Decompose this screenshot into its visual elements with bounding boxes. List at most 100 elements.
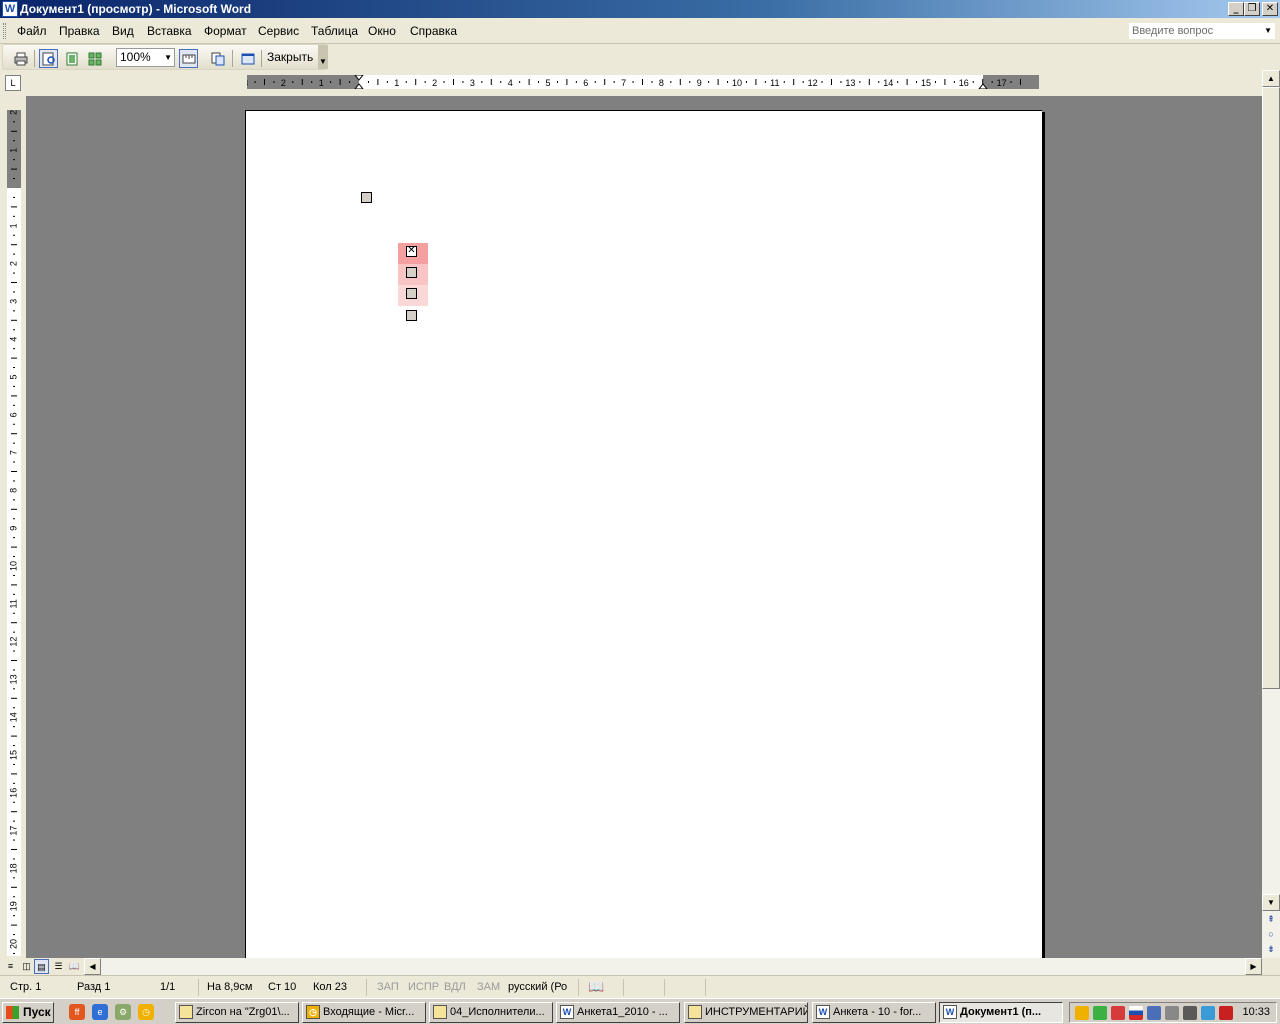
form-checkbox[interactable] <box>361 192 372 203</box>
scroll-right-button[interactable]: ▶ <box>1245 958 1262 975</box>
volume-tray-icon[interactable] <box>1165 1006 1179 1020</box>
ruler-label: 5 <box>545 78 550 88</box>
menu-window[interactable]: Окно <box>368 24 396 38</box>
web-layout-view-icon[interactable]: ◫ <box>19 959 34 974</box>
view-ruler-button[interactable] <box>179 49 198 68</box>
word-doc-icon: W <box>816 1005 830 1019</box>
zoom-value: 100% <box>120 50 151 64</box>
kaspersky-tray-icon[interactable] <box>1219 1006 1233 1020</box>
close-preview-button[interactable]: Закрыть <box>267 50 313 64</box>
task-zircon[interactable]: Zircon на "Zrg01\... <box>175 1002 299 1023</box>
scroll-up-button[interactable]: ▲ <box>1262 70 1280 87</box>
menu-edit[interactable]: Правка <box>59 24 100 38</box>
status-position: На 8,9см <box>207 981 253 993</box>
shrink-to-fit-button[interactable] <box>208 49 227 68</box>
close-window-button[interactable]: ✕ <box>1262 2 1278 16</box>
word-app-icon[interactable]: W <box>2 1 18 17</box>
internet-explorer-icon[interactable]: e <box>92 1004 108 1020</box>
magnifier-button[interactable] <box>39 49 58 68</box>
task-document1[interactable]: W Документ1 (п... <box>939 1002 1063 1023</box>
previous-page-icon[interactable]: ⇞ <box>1264 912 1278 926</box>
next-page-icon[interactable]: ⇟ <box>1264 942 1278 956</box>
status-record-macro[interactable]: ЗАП <box>377 981 399 993</box>
menu-format[interactable]: Формат <box>204 24 247 38</box>
update-tray-icon[interactable] <box>1201 1006 1215 1020</box>
vertical-ruler[interactable]: 211234567891011121314151617181920 <box>7 110 21 956</box>
task-toolkit[interactable]: ИНСТРУМЕНТАРИЙ <box>684 1002 808 1023</box>
status-extend-selection[interactable]: ВДЛ <box>444 981 466 993</box>
horizontal-scroll-row: ≡ ◫ ▤ ☰ 📖 ◀ ▶ <box>0 958 1280 975</box>
firefox-icon[interactable]: ff <box>69 1004 85 1020</box>
task-survey-10[interactable]: W Анкета - 10 - for... <box>812 1002 936 1023</box>
horizontal-ruler[interactable]: 3211234567891011121314151617 <box>247 75 1039 89</box>
form-checkbox-checked[interactable]: ✕ <box>406 246 417 257</box>
scroll-down-button[interactable]: ▼ <box>1262 894 1280 911</box>
task-inbox[interactable]: ◷ Входящие - Micr... <box>302 1002 426 1023</box>
ruler-label: 4 <box>508 78 513 88</box>
vruler-label: 14 <box>8 712 18 722</box>
select-browse-object-icon[interactable]: ○ <box>1264 927 1278 941</box>
menu-grip[interactable] <box>3 23 6 39</box>
restore-button[interactable]: ❐ <box>1244 2 1260 16</box>
vruler-label: 10 <box>8 561 18 571</box>
ruler-icon <box>182 54 195 63</box>
multiple-pages-icon <box>88 52 101 65</box>
vertical-scroll-thumb[interactable] <box>1262 87 1280 689</box>
network-tool-icon[interactable]: ⚙ <box>115 1004 131 1020</box>
language-flag-icon[interactable] <box>1129 1006 1143 1020</box>
toolbar-options-chevron[interactable]: ▼ <box>318 45 328 69</box>
print-button[interactable] <box>11 49 30 68</box>
tab-stop-selector[interactable]: L <box>5 75 21 91</box>
print-layout-view-icon[interactable]: ▤ <box>34 959 49 974</box>
document-area[interactable]: ✕ <box>26 96 1262 958</box>
status-track-changes[interactable]: ИСПР <box>408 981 439 993</box>
status-language[interactable]: русский (Ро <box>508 981 567 993</box>
task-label: Анкета1_2010 - ... <box>577 1006 668 1018</box>
start-button[interactable]: Пуск <box>2 1002 54 1023</box>
form-checkbox[interactable] <box>406 288 417 299</box>
task-label: Документ1 (п... <box>960 1006 1042 1018</box>
outlook-tray-icon[interactable] <box>1075 1006 1089 1020</box>
one-page-icon <box>66 52 77 65</box>
security-tray-icon[interactable] <box>1093 1006 1107 1020</box>
help-question-input[interactable]: Введите вопрос ▼ <box>1128 22 1276 40</box>
menu-file[interactable]: Файл <box>17 24 47 38</box>
horizontal-scrollbar[interactable]: ◀ ▶ <box>84 958 1262 975</box>
menu-table[interactable]: Таблица <box>311 24 358 38</box>
status-overtype[interactable]: ЗАМ <box>477 981 500 993</box>
vertical-scrollbar[interactable]: ▲ ▼ ⇞ ○ ⇟ <box>1262 70 1280 958</box>
vruler-label: 7 <box>8 450 18 455</box>
document-page[interactable]: ✕ <box>245 110 1042 958</box>
form-checkbox[interactable] <box>406 267 417 278</box>
task-executors-folder[interactable]: 04_Исполнители... <box>429 1002 553 1023</box>
chevron-down-icon[interactable]: ▼ <box>164 49 172 66</box>
status-separator <box>705 979 706 996</box>
ruler-label: 2 <box>281 78 286 88</box>
normal-view-icon[interactable]: ≡ <box>3 959 18 974</box>
settings-tray-icon[interactable] <box>1183 1006 1197 1020</box>
antivirus-tray-icon[interactable] <box>1111 1006 1125 1020</box>
ruler-label: 17 <box>997 78 1007 88</box>
menu-tools[interactable]: Сервис <box>258 24 299 38</box>
outline-view-icon[interactable]: ☰ <box>51 959 66 974</box>
multiple-pages-button[interactable] <box>85 49 104 68</box>
toolbar-separator <box>232 50 233 67</box>
spelling-check-icon[interactable]: 📖 <box>588 979 604 995</box>
chevron-down-icon[interactable]: ▼ <box>1264 23 1272 39</box>
network-tray-icon[interactable] <box>1147 1006 1161 1020</box>
menu-view[interactable]: Вид <box>112 24 134 38</box>
one-page-button[interactable] <box>62 49 81 68</box>
outlook-icon[interactable]: ◷ <box>138 1004 154 1020</box>
menu-insert[interactable]: Вставка <box>147 24 192 38</box>
minimize-button[interactable]: _ <box>1228 2 1244 16</box>
full-screen-button[interactable] <box>238 49 257 68</box>
scroll-left-button[interactable]: ◀ <box>84 958 101 975</box>
form-checkbox[interactable] <box>406 310 417 321</box>
title-bar: W Документ1 (просмотр) - Microsoft Word … <box>0 0 1280 18</box>
menu-help[interactable]: Справка <box>410 24 457 38</box>
zoom-select[interactable]: 100% ▼ <box>116 48 175 67</box>
reading-layout-view-icon[interactable]: 📖 <box>67 959 82 974</box>
taskbar: Пуск ff e ⚙ ◷ Zircon на "Zrg01\... ◷ Вхо… <box>0 998 1280 1024</box>
task-survey-2010[interactable]: W Анкета1_2010 - ... <box>556 1002 680 1023</box>
vruler-label: 4 <box>8 337 18 342</box>
